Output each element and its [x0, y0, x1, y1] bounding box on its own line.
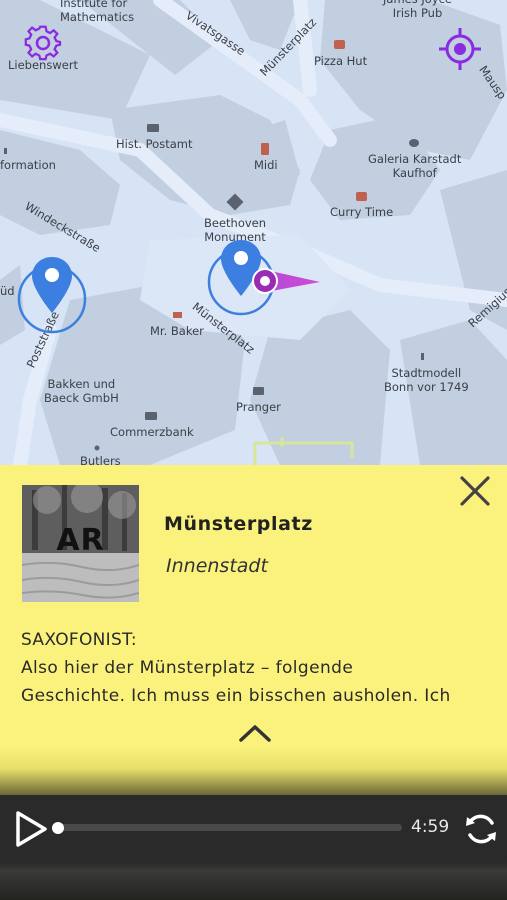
crosshair-icon[interactable]: [438, 27, 482, 71]
transcript-speaker: SAXOFONIST:: [21, 630, 137, 650]
station-title: Münsterplatz: [164, 513, 313, 535]
transcript-line-2: Geschichte. Ich muss ein bisschen aushol…: [21, 686, 451, 706]
poi-icons: [4, 40, 424, 451]
transcript-line-1: Also hier der Münsterplatz – folgende: [21, 658, 354, 678]
location-marker-poststrasse[interactable]: [14, 255, 90, 339]
gear-icon[interactable]: [24, 24, 62, 62]
play-icon[interactable]: [14, 810, 48, 848]
station-subtitle: Innenstadt: [166, 555, 268, 577]
progress-track[interactable]: [57, 824, 402, 831]
ar-badge: AR: [56, 523, 105, 558]
chevron-up-icon[interactable]: [237, 722, 273, 744]
playback-time: 4:59: [411, 817, 450, 837]
map-view[interactable]: Institute for Mathematics Liebenswert Vi…: [0, 0, 507, 465]
user-position-icon: [252, 268, 320, 294]
audio-player: [0, 795, 507, 900]
station-thumbnail: AR: [22, 485, 139, 602]
replay-icon[interactable]: [463, 811, 499, 847]
progress-thumb[interactable]: [52, 822, 64, 834]
close-icon[interactable]: [458, 474, 492, 508]
